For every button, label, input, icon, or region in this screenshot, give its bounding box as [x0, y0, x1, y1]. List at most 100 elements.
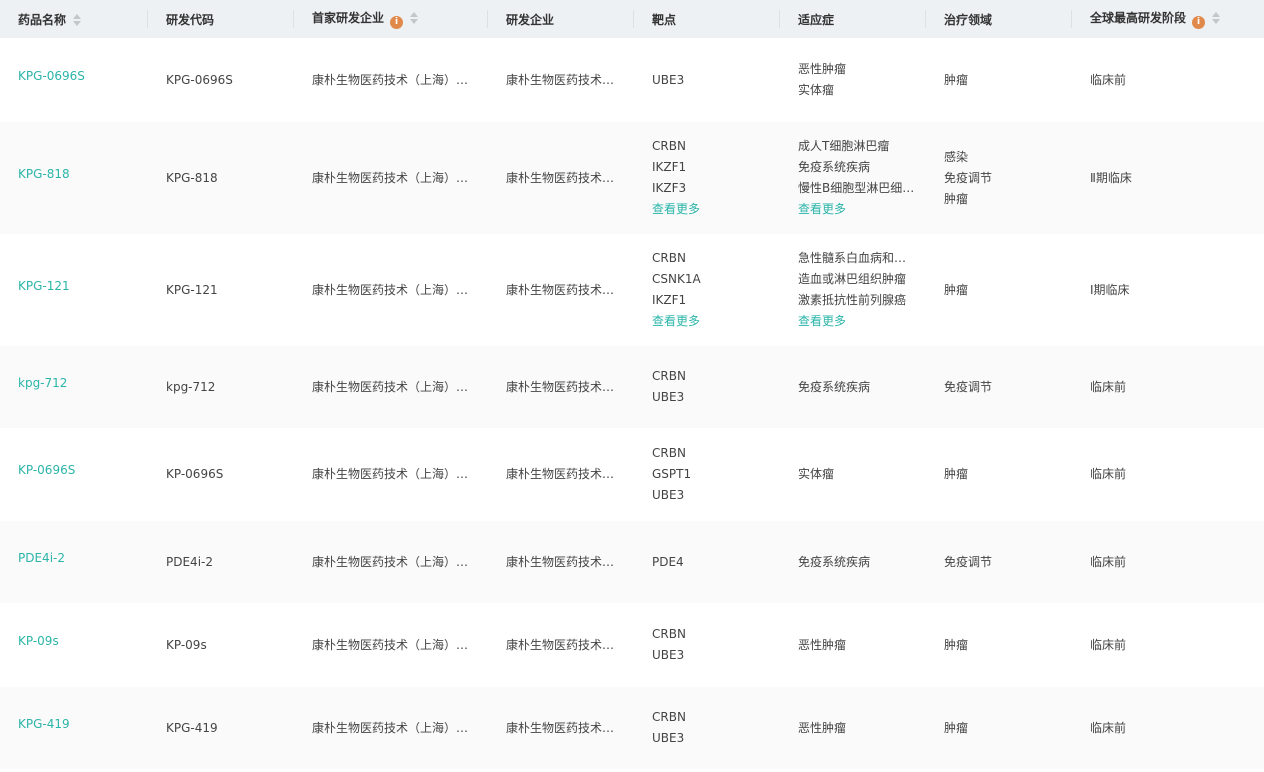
target-item: IKZF3: [652, 181, 687, 195]
target-item: UBE3: [652, 72, 685, 87]
view-more-link[interactable]: 查看更多: [652, 199, 780, 220]
drug-name-link[interactable]: kpg-712: [18, 376, 67, 390]
drug-table: 药品名称 研发代码 首家研发企业 i 研发企业 靶点 适应症 治疗领域 全球最高研发阶段 i KP…: [0, 0, 1264, 769]
company-cell: 康朴生物医药技术（上海）有限公司: [488, 603, 634, 687]
drug-name-link[interactable]: KPG-121: [18, 279, 70, 293]
stage-cell: 临床前: [1072, 428, 1264, 521]
therapeutic-area-cell: 肿瘤: [926, 38, 1072, 122]
indication-cell: 成人T细胞淋巴瘤免疫系统疾病慢性B细胞型淋巴细胞白血病查看更多: [780, 122, 926, 234]
therapeutic-area-item: 肿瘤: [944, 282, 969, 297]
target-item: CRBN: [652, 627, 686, 641]
therapeutic-area-item: 免疫调节: [944, 170, 993, 185]
therapeutic-area-cell: 感染 免疫调节 肿瘤: [926, 122, 1072, 234]
research-code-cell: KPG-121: [148, 234, 294, 346]
drug-name-cell: PDE4i-2: [0, 521, 148, 603]
view-more-link[interactable]: 查看更多: [798, 199, 926, 220]
drug-name-cell: kpg-712: [0, 346, 148, 428]
first-company-cell: 康朴生物医药技术（上海）有限公司: [294, 346, 488, 428]
therapeutic-area-cell: 免疫调节: [926, 521, 1072, 603]
drug-name-link[interactable]: PDE4i-2: [18, 551, 65, 565]
drug-name-link[interactable]: KP-09s: [18, 634, 59, 648]
first-company: 康朴生物医药技术（上海）有限公司: [312, 379, 476, 394]
company-cell: 康朴生物医药技术（上海）有限公司: [488, 38, 634, 122]
drug-name-link[interactable]: KPG-0696S: [18, 69, 85, 83]
column-header: 治疗领域: [926, 0, 1072, 38]
target-cell: UBE3: [634, 38, 780, 122]
indication-item: 恶性肿瘤: [798, 637, 847, 652]
company: 康朴生物医药技术（上海）有限公司: [506, 720, 624, 735]
therapeutic-area-item: 免疫调节: [944, 379, 993, 394]
table-row: KPG-121 KPG-121 康朴生物医药技术（上海）有限公司 康朴生物医药技术（上…: [0, 234, 1264, 346]
company-cell: 康朴生物医药技术（上海）有限公司: [488, 122, 634, 234]
column-header-label: 研发代码: [166, 12, 215, 27]
table-row: KPG-818 KPG-818 康朴生物医药技术（上海）有限公司 康朴生物医药技术（上…: [0, 122, 1264, 234]
highest-stage: 临床前: [1090, 467, 1127, 481]
research-code: kpg-712: [166, 379, 216, 394]
stage-cell: 临床前: [1072, 346, 1264, 428]
therapeutic-area-item: 肿瘤: [944, 72, 969, 87]
sort-icon[interactable]: [409, 11, 419, 25]
stage-cell: Ⅱ期临床: [1072, 122, 1264, 234]
company: 康朴生物医药技术（上海）有限公司: [506, 379, 624, 394]
drug-name-cell: KP-0696S: [0, 428, 148, 521]
company-cell: 康朴生物医药技术（上海）有限公司: [488, 346, 634, 428]
drug-name-link[interactable]: KPG-419: [18, 717, 70, 731]
header-row: 药品名称 研发代码 首家研发企业 i 研发企业 靶点 适应症 治疗领域 全球最高研发阶段 i: [0, 0, 1264, 38]
therapeutic-area-item: 免疫调节: [944, 554, 993, 569]
target-cell: PDE4: [634, 521, 780, 603]
drug-name-cell: KP-09s: [0, 603, 148, 687]
sort-icon[interactable]: [72, 13, 82, 27]
stage-cell: 临床前: [1072, 521, 1264, 603]
indication-item: 成人T细胞淋巴瘤: [798, 139, 890, 153]
stage-cell: 临床前: [1072, 38, 1264, 122]
therapeutic-area-item: 感染: [944, 149, 969, 164]
indication-item: 免疫系统疾病: [798, 160, 871, 174]
research-code-cell: PDE4i-2: [148, 521, 294, 603]
target-cell: CRBN IKZF1 IKZF3 查看更多: [634, 122, 780, 234]
column-header-label: 全球最高研发阶段: [1090, 11, 1187, 25]
indication-item: 实体瘤: [798, 467, 835, 481]
column-header[interactable]: 全球最高研发阶段 i: [1072, 0, 1264, 38]
sort-icon[interactable]: [1211, 11, 1221, 25]
view-more-link[interactable]: 查看更多: [652, 311, 780, 332]
research-code-cell: KP-09s: [148, 603, 294, 687]
view-more-link[interactable]: 查看更多: [798, 311, 926, 332]
first-company: 康朴生物医药技术（上海）有限公司: [312, 170, 476, 185]
therapeutic-area-item: 肿瘤: [944, 637, 969, 652]
research-code-cell: KPG-818: [148, 122, 294, 234]
research-code-cell: KPG-0696S: [148, 38, 294, 122]
company: 康朴生物医药技术（上海）有限公司: [506, 467, 624, 481]
info-icon[interactable]: i: [1192, 16, 1206, 29]
drug-name-link[interactable]: KPG-818: [18, 167, 70, 181]
indication-item: 恶性肿瘤: [798, 720, 847, 735]
company-cell: 康朴生物医药技术（上海）有限公司: [488, 687, 634, 769]
column-header[interactable]: 首家研发企业 i: [294, 0, 488, 38]
indication-item: 慢性B细胞型淋巴细胞白血病: [798, 181, 916, 195]
first-company: 康朴生物医药技术（上海）有限公司: [312, 720, 476, 735]
target-item: IKZF1: [652, 160, 687, 174]
therapeutic-area-cell: 肿瘤: [926, 234, 1072, 346]
table-row: KPG-419 KPG-419 康朴生物医药技术（上海）有限公司 康朴生物医药技术（上…: [0, 687, 1264, 769]
therapeutic-area-item: 肿瘤: [944, 720, 969, 735]
column-header[interactable]: 药品名称: [0, 0, 148, 38]
company: 康朴生物医药技术（上海）有限公司: [506, 170, 624, 185]
first-company: 康朴生物医药技术（上海）有限公司: [312, 282, 476, 297]
target-item: UBE3: [652, 488, 685, 502]
indication-item: 造血或淋巴组织肿瘤: [798, 272, 907, 286]
table-row: PDE4i-2 PDE4i-2 康朴生物医药技术（上海）有限公司 康朴生物医药技术（上…: [0, 521, 1264, 603]
column-header-label: 首家研发企业: [312, 11, 385, 25]
drug-name-link[interactable]: KP-0696S: [18, 463, 75, 477]
indication-cell: 恶性肿瘤: [780, 687, 926, 769]
table-row: kpg-712 kpg-712 康朴生物医药技术（上海）有限公司 康朴生物医药技术（上…: [0, 346, 1264, 428]
target-item: CRBN: [652, 369, 686, 383]
target-item: CSNK1A: [652, 272, 701, 286]
target-item: CRBN: [652, 251, 686, 265]
target-cell: CRBN GSPT1 UBE3: [634, 428, 780, 521]
research-code: KPG-121: [166, 282, 218, 297]
target-cell: CRBN UBE3: [634, 687, 780, 769]
column-header-label: 药品名称: [18, 12, 67, 27]
research-code: KP-09s: [166, 637, 207, 652]
indication-item: 实体瘤: [798, 83, 835, 97]
research-code: KP-0696S: [166, 467, 224, 481]
info-icon[interactable]: i: [390, 16, 404, 29]
